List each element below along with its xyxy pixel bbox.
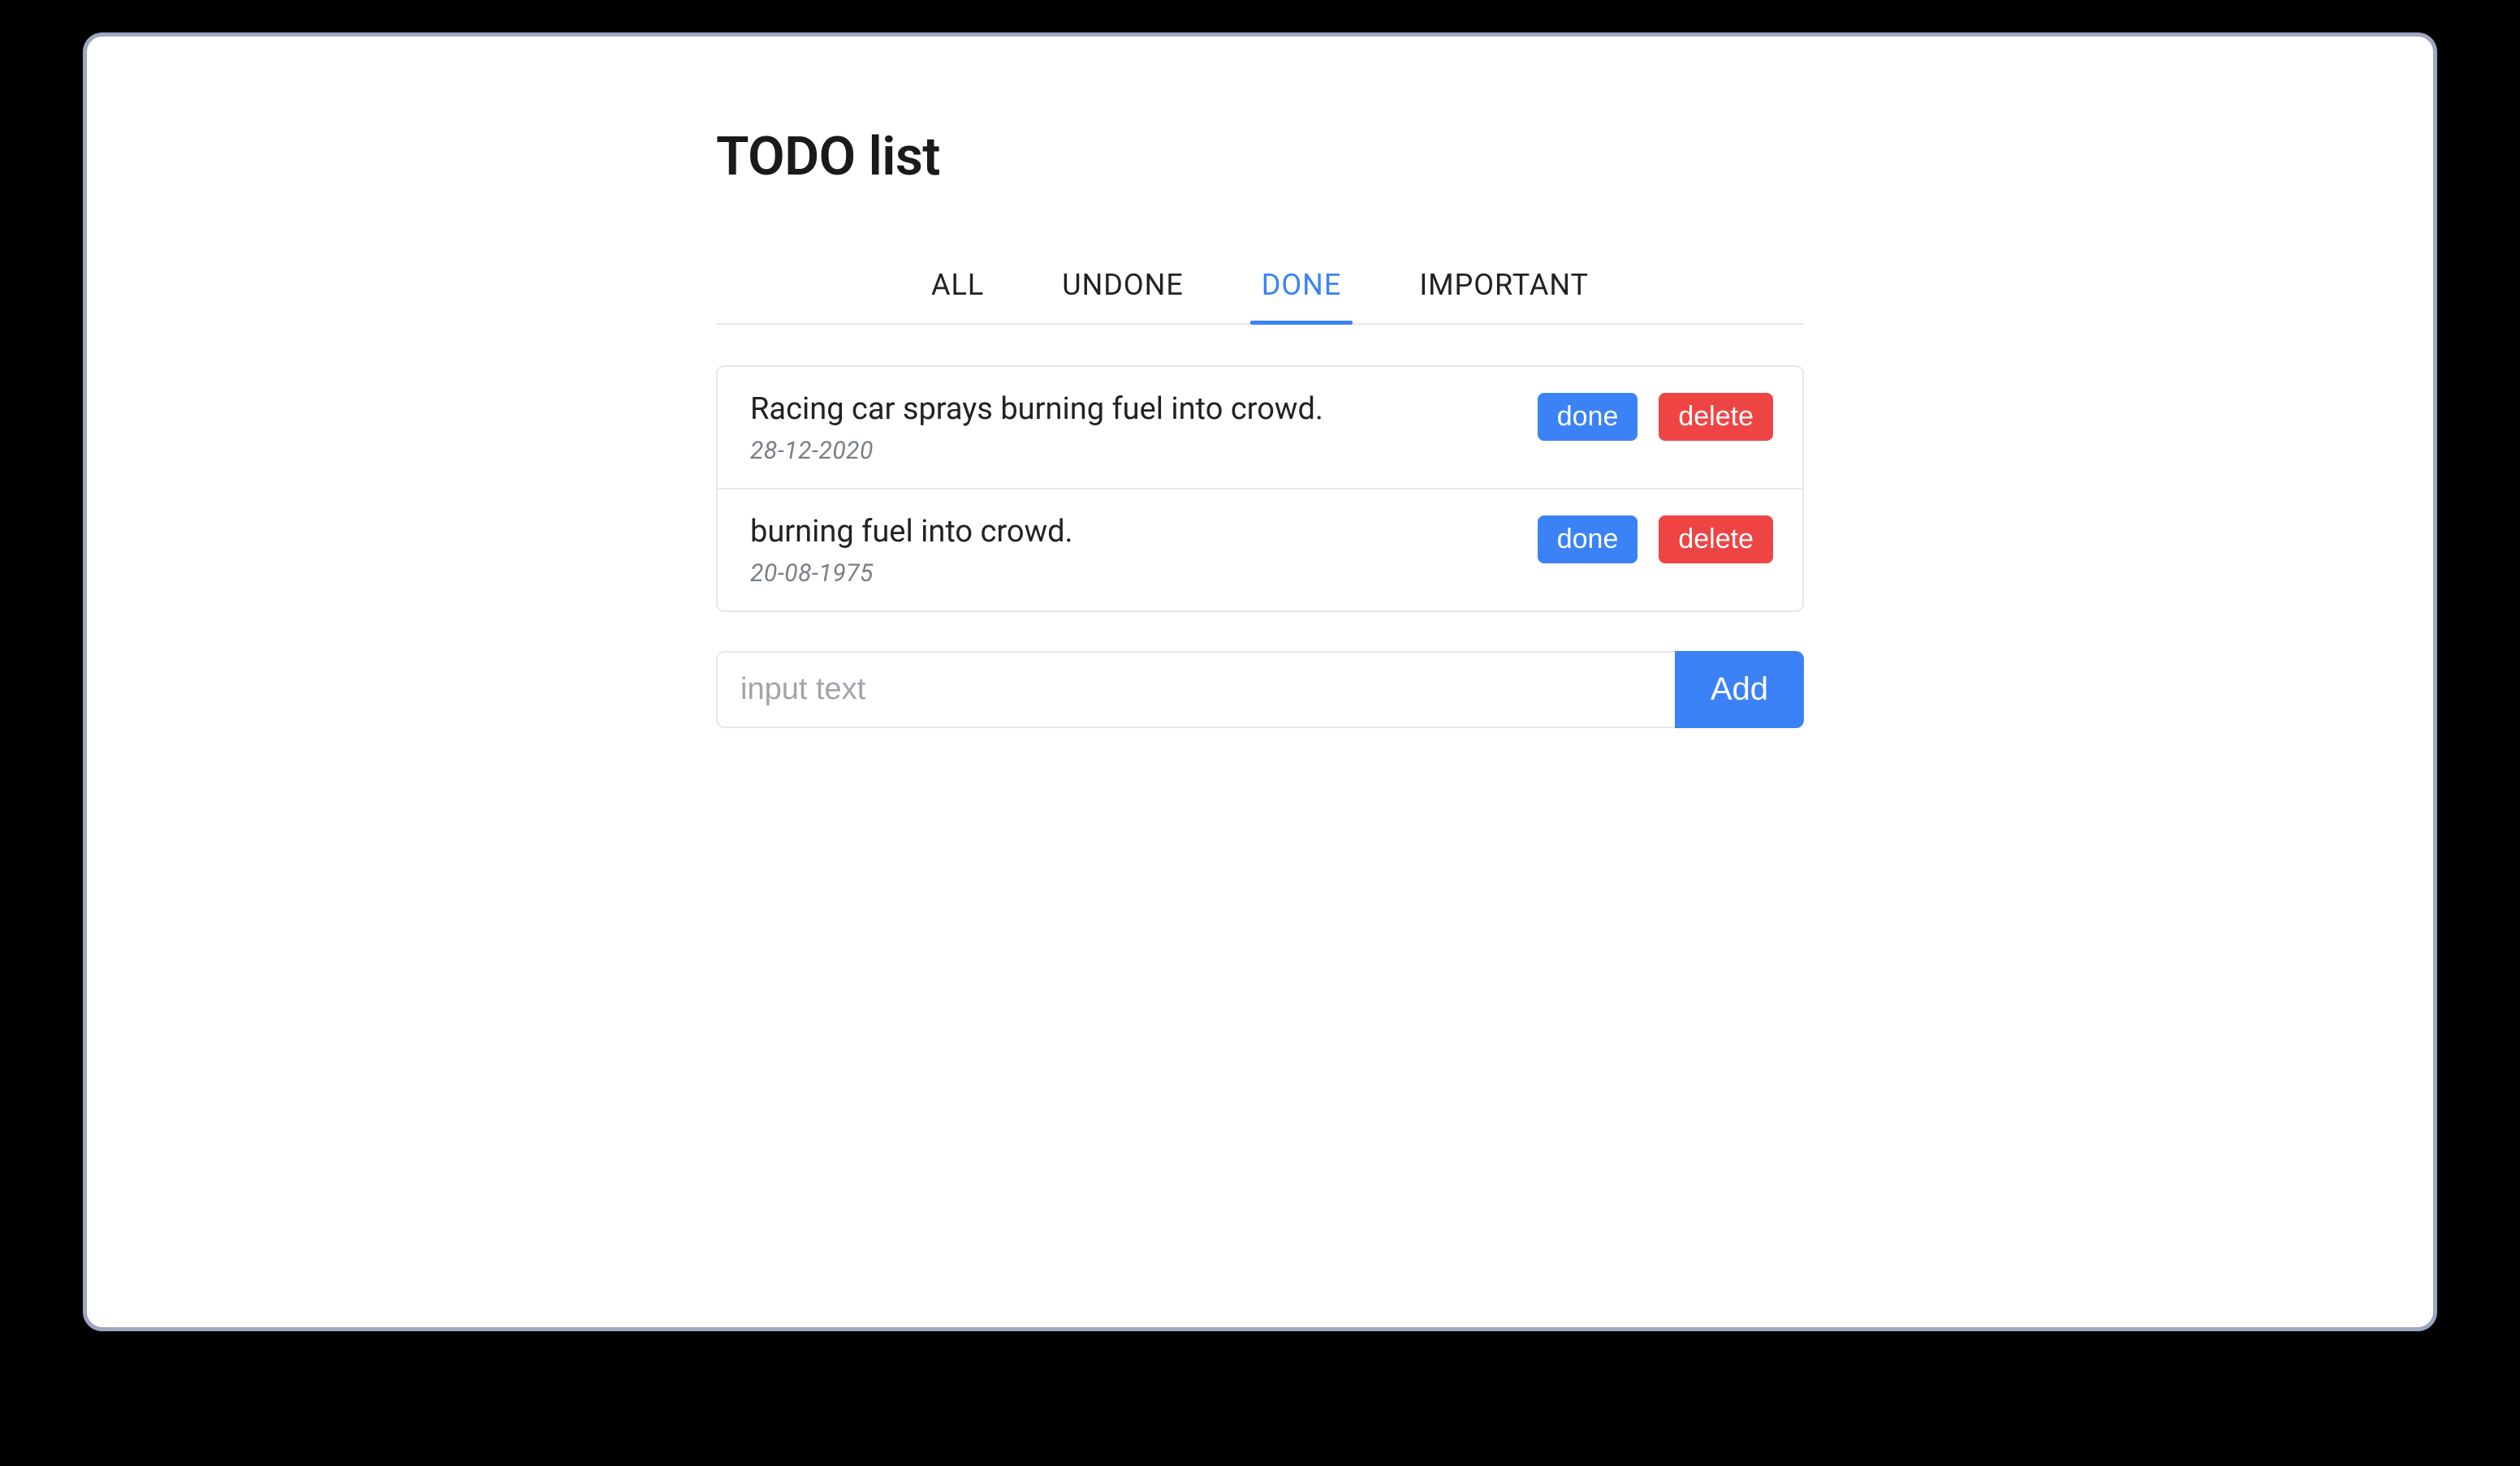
done-button[interactable]: done [1538,393,1638,441]
filter-tabs: ALL UNDONE DONE IMPORTANT [716,253,1804,325]
item-text: burning fuel into crowd. [750,514,1521,550]
item-actions: done delete [1538,391,1773,441]
item-date: 20-08-1975 [750,559,1521,588]
delete-button[interactable]: delete [1659,393,1773,441]
tab-done[interactable]: DONE [1247,253,1357,323]
page-title: TODO list [716,126,1804,188]
item-content: Racing car sprays burning fuel into crow… [750,391,1538,465]
todo-list: Racing car sprays burning fuel into crow… [716,365,1804,612]
app-window: TODO list ALL UNDONE DONE IMPORTANT Raci… [83,32,2437,1331]
item-date: 28-12-2020 [750,437,1521,465]
delete-button[interactable]: delete [1659,515,1773,563]
tab-all[interactable]: ALL [917,253,999,323]
content-container: TODO list ALL UNDONE DONE IMPORTANT Raci… [716,126,1804,1262]
add-todo-row: Add [716,651,1804,728]
new-todo-input[interactable] [716,651,1675,728]
list-item: burning fuel into crowd. 20-08-1975 done… [718,489,1802,610]
list-item: Racing car sprays burning fuel into crow… [718,367,1802,489]
item-text: Racing car sprays burning fuel into crow… [750,391,1521,427]
tab-undone[interactable]: UNDONE [1047,253,1198,323]
done-button[interactable]: done [1538,515,1638,563]
item-content: burning fuel into crowd. 20-08-1975 [750,514,1538,588]
add-button[interactable]: Add [1675,651,1804,728]
tab-important[interactable]: IMPORTANT [1405,253,1603,323]
item-actions: done delete [1538,514,1773,563]
